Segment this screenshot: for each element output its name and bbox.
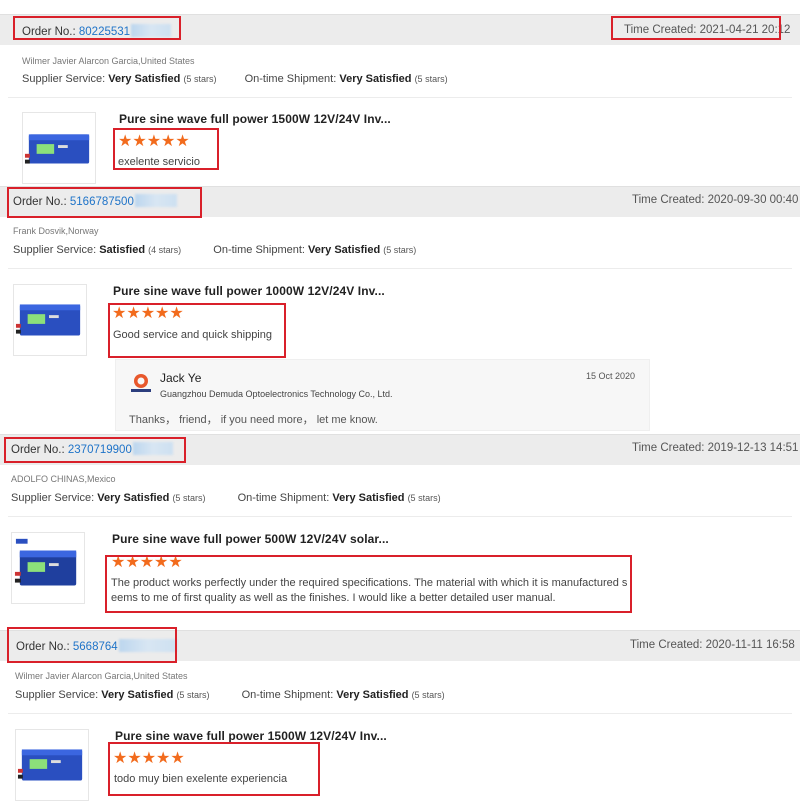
- ratings-row: Supplier Service: Satisfied (4 stars) On…: [13, 244, 416, 256]
- review-comment: The product works perfectly under the re…: [111, 576, 631, 606]
- supplier-service-rating: Very Satisfied: [101, 689, 174, 701]
- shipment-label: On-time Shipment:: [241, 689, 334, 701]
- order-number-link[interactable]: 80225531: [79, 26, 130, 38]
- time-created: Time Created: 2020-09-30 00:40: [632, 194, 798, 206]
- inverter-image: [15, 304, 81, 336]
- time-created-label: Time Created:: [624, 24, 697, 36]
- redacted-mask: [131, 24, 172, 37]
- reply-text: Thanks， friend， if you need more， let me…: [129, 414, 378, 426]
- shipment-rating: Very Satisfied: [339, 73, 412, 85]
- redacted-mask: [134, 194, 177, 207]
- star-rating: ★★★★★: [118, 133, 190, 150]
- shipment-rating: Very Satisfied: [332, 492, 405, 504]
- shipment-label: On-time Shipment:: [213, 244, 305, 256]
- shipment-rating: Very Satisfied: [308, 244, 381, 256]
- time-created-value: 2021-04-21 20:12: [699, 24, 791, 36]
- buyer-name: Wilmer Javier Alarcon Garcia,United Stat…: [22, 56, 195, 66]
- reply-company: Guangzhou Demuda Optoelectronics Technol…: [160, 389, 393, 399]
- order-number: Order No.: 80225531: [22, 24, 172, 38]
- time-created-label: Time Created:: [630, 639, 703, 651]
- reply-author: Jack Ye: [160, 371, 202, 385]
- supplier-service-label: Supplier Service:: [13, 244, 97, 256]
- time-created-value: 2019-12-13 14:51: [707, 442, 799, 454]
- ratings-row: Supplier Service: Very Satisfied (5 star…: [15, 689, 445, 701]
- order-number-label: Order No.:: [16, 641, 70, 653]
- inverter-image: [17, 749, 83, 781]
- product-thumbnail[interactable]: [11, 532, 85, 604]
- shipment-stars-count: (5 stars): [414, 74, 448, 84]
- ratings-row: Supplier Service: Very Satisfied (5 star…: [22, 73, 448, 85]
- review-comment: exelente servicio: [118, 156, 200, 168]
- shipment-rating: Very Satisfied: [336, 689, 409, 701]
- order-number-link[interactable]: 2370719900: [68, 444, 132, 456]
- supplier-stars-count: (5 stars): [183, 74, 217, 84]
- ratings-row: Supplier Service: Very Satisfied (5 star…: [11, 492, 441, 504]
- divider: [8, 516, 792, 517]
- supplier-stars-count: (5 stars): [172, 493, 206, 503]
- time-created: Time Created: 2019-12-13 14:51: [632, 442, 798, 454]
- redacted-mask: [132, 442, 173, 455]
- review-comment-line: The product works perfectly under the re…: [111, 577, 628, 589]
- supplier-service-rating: Satisfied: [99, 244, 146, 256]
- supplier-stars-count: (4 stars): [148, 245, 182, 255]
- product-title[interactable]: Pure sine wave full power 1000W 12V/24V …: [113, 284, 385, 298]
- supplier-service-rating: Very Satisfied: [97, 492, 170, 504]
- order-number-label: Order No.:: [11, 444, 65, 456]
- supplier-service-label: Supplier Service:: [22, 73, 106, 85]
- time-created: Time Created: 2020-11-11 16:58: [630, 639, 795, 651]
- divider: [8, 713, 792, 714]
- product-thumbnail[interactable]: [22, 112, 96, 184]
- shipment-label: On-time Shipment:: [237, 492, 330, 504]
- inverter-image: [24, 134, 90, 164]
- shipment-stars-count: (5 stars): [411, 690, 445, 700]
- shipment-stars-count: (5 stars): [383, 245, 417, 255]
- company-logo-icon: [131, 374, 151, 392]
- order-number-link[interactable]: 5668764: [73, 641, 118, 653]
- time-created: Time Created: 2021-04-21 20:12: [624, 24, 790, 36]
- order-number: Order No.: 5166787500: [13, 194, 177, 208]
- supplier-stars-count: (5 stars): [176, 690, 210, 700]
- review-comment-line: eems to me of first quality as well as t…: [111, 592, 556, 604]
- time-created-label: Time Created:: [632, 194, 705, 206]
- time-created-label: Time Created:: [632, 442, 705, 454]
- inverter-image: [14, 538, 77, 586]
- reply-date: 15 Oct 2020: [586, 371, 636, 381]
- review-comment: todo muy bien exelente experiencia: [114, 773, 288, 785]
- product-title[interactable]: Pure sine wave full power 1500W 12V/24V …: [119, 112, 391, 126]
- buyer-name: ADOLFO CHINAS,Mexico: [11, 474, 116, 484]
- divider: [8, 97, 792, 98]
- time-created-value: 2020-11-11 16:58: [705, 639, 795, 651]
- star-rating: ★★★★★: [111, 554, 183, 571]
- product-title[interactable]: Pure sine wave full power 500W 12V/24V s…: [112, 532, 389, 546]
- order-number: Order No.: 5668764: [16, 639, 177, 653]
- supplier-service-label: Supplier Service:: [11, 492, 95, 504]
- buyer-name: Wilmer Javier Alarcon Garcia,United Stat…: [15, 671, 188, 681]
- product-thumbnail[interactable]: [13, 284, 87, 356]
- redacted-mask: [118, 639, 177, 652]
- seller-reply: Jack Ye Guangzhou Demuda Optoelectronics…: [115, 359, 650, 431]
- order-number-link[interactable]: 5166787500: [70, 196, 134, 208]
- buyer-name: Frank Dosvik,Norway: [13, 226, 99, 236]
- time-created-value: 2020-09-30 00:40: [707, 194, 799, 206]
- product-thumbnail[interactable]: [15, 729, 89, 801]
- shipment-stars-count: (5 stars): [407, 493, 441, 503]
- star-rating: ★★★★★: [112, 305, 184, 322]
- product-title[interactable]: Pure sine wave full power 1500W 12V/24V …: [115, 729, 387, 743]
- supplier-service-rating: Very Satisfied: [108, 73, 181, 85]
- review-comment: Good service and quick shipping: [113, 329, 272, 341]
- order-number-label: Order No.:: [22, 26, 76, 38]
- order-number-label: Order No.:: [13, 196, 67, 208]
- order-number: Order No.: 2370719900: [11, 442, 173, 456]
- divider: [8, 268, 792, 269]
- star-rating: ★★★★★: [113, 750, 185, 767]
- shipment-label: On-time Shipment:: [244, 73, 337, 85]
- supplier-service-label: Supplier Service:: [15, 689, 99, 701]
